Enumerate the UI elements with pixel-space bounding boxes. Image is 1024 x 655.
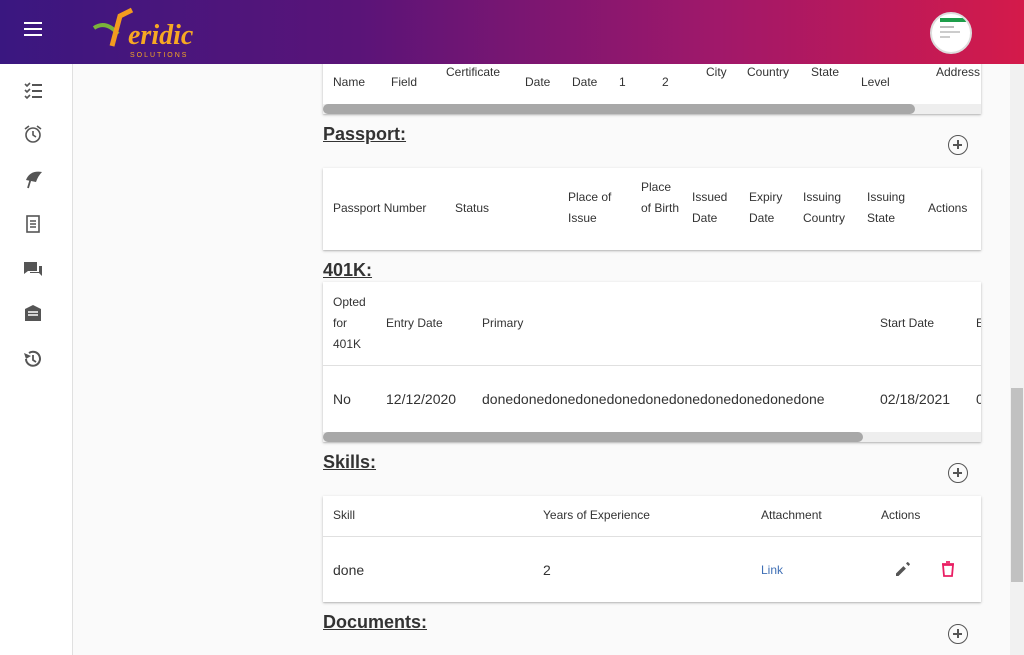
col-header: Level [861, 75, 890, 89]
sidebar [0, 64, 73, 655]
col-header: Certificate [446, 65, 501, 79]
history-icon[interactable] [22, 348, 44, 370]
svg-text:SOLUTIONS: SOLUTIONS [130, 52, 188, 59]
col-header: Start Date [880, 316, 935, 330]
inbox-icon[interactable] [22, 303, 44, 325]
col-header: 2 [662, 75, 669, 89]
attachment-link[interactable]: Link [761, 563, 783, 577]
col-header: Skill [333, 508, 356, 522]
add-passport-button[interactable] [948, 135, 968, 155]
col-header: 1 [619, 75, 626, 89]
skills-title: Skills: [323, 452, 377, 472]
table-cell: 02/18/2021 [880, 391, 951, 407]
col-header: Years of Experience [543, 508, 650, 522]
col-header: Country [747, 65, 790, 79]
col-header: Entry Date [386, 316, 443, 330]
horizontal-scrollbar[interactable] [323, 104, 981, 114]
passport-table: Passport Number Status Place of Issue Pl… [323, 168, 981, 250]
veridic-logo: eridic SOLUTIONS [92, 6, 212, 60]
table-cell: 2 [543, 562, 551, 578]
alarm-icon[interactable] [22, 123, 44, 145]
passport-title: Passport: [323, 124, 407, 144]
education-table: Name Field Certificate Date Date 1 2 Cit… [323, 64, 981, 114]
col-header: Actions [928, 201, 968, 215]
avatar[interactable] [930, 12, 972, 54]
col-header: Issuing State [867, 190, 906, 225]
col-header: Address [936, 65, 981, 79]
col-header: Name [333, 75, 366, 89]
col-header: Place of Issue [568, 190, 612, 225]
col-header: Attachment [761, 508, 822, 522]
col-header: Field [391, 75, 418, 89]
col-header: Date [572, 75, 598, 89]
table-cell: 12/12/2020 [386, 391, 457, 407]
chat-icon[interactable] [22, 258, 44, 280]
horizontal-scrollbar[interactable] [323, 432, 981, 442]
k401-title: 401K: [323, 260, 373, 280]
col-header: Opted for 401K [333, 295, 366, 351]
table-cell: donedonedonedonedonedonedonedonedonedone… [482, 391, 825, 407]
main-content: Name Field Certificate Date Date 1 2 Cit… [73, 64, 1010, 655]
svg-text:eridic: eridic [128, 20, 194, 51]
col-header: Status [455, 201, 490, 215]
col-header: Actions [881, 508, 921, 522]
col-header: Date [525, 75, 551, 89]
col-header: State [811, 65, 840, 79]
col-header: Issuing Country [803, 190, 846, 225]
col-header: Expiry Date [749, 190, 783, 225]
table-cell: No [333, 391, 351, 407]
umbrella-icon[interactable] [22, 168, 44, 190]
app-header: eridic SOLUTIONS [0, 0, 1024, 64]
skills-table: Skill Years of Experience Attachment Act… [323, 496, 981, 602]
document-icon[interactable] [22, 213, 44, 235]
checklist-icon[interactable] [22, 78, 44, 100]
col-header: E [976, 316, 981, 330]
menu-icon[interactable] [24, 22, 44, 42]
add-document-button[interactable] [948, 624, 968, 644]
table-cell: done [333, 562, 365, 578]
documents-title: Documents: [323, 612, 428, 632]
k401-table: Opted for 401K Entry Date Primary Start … [323, 282, 981, 442]
add-skill-button[interactable] [948, 463, 968, 483]
col-header: Passport Number [333, 201, 427, 215]
col-header: Primary [482, 316, 524, 330]
delete-icon[interactable] [938, 559, 958, 579]
col-header: Place of Birth [641, 180, 680, 215]
col-header: City [706, 65, 727, 79]
edit-icon[interactable] [893, 559, 913, 579]
table-cell: 0 [976, 391, 981, 407]
col-header: Issued Date [692, 190, 728, 225]
vertical-scroll-thumb[interactable] [1011, 388, 1023, 582]
